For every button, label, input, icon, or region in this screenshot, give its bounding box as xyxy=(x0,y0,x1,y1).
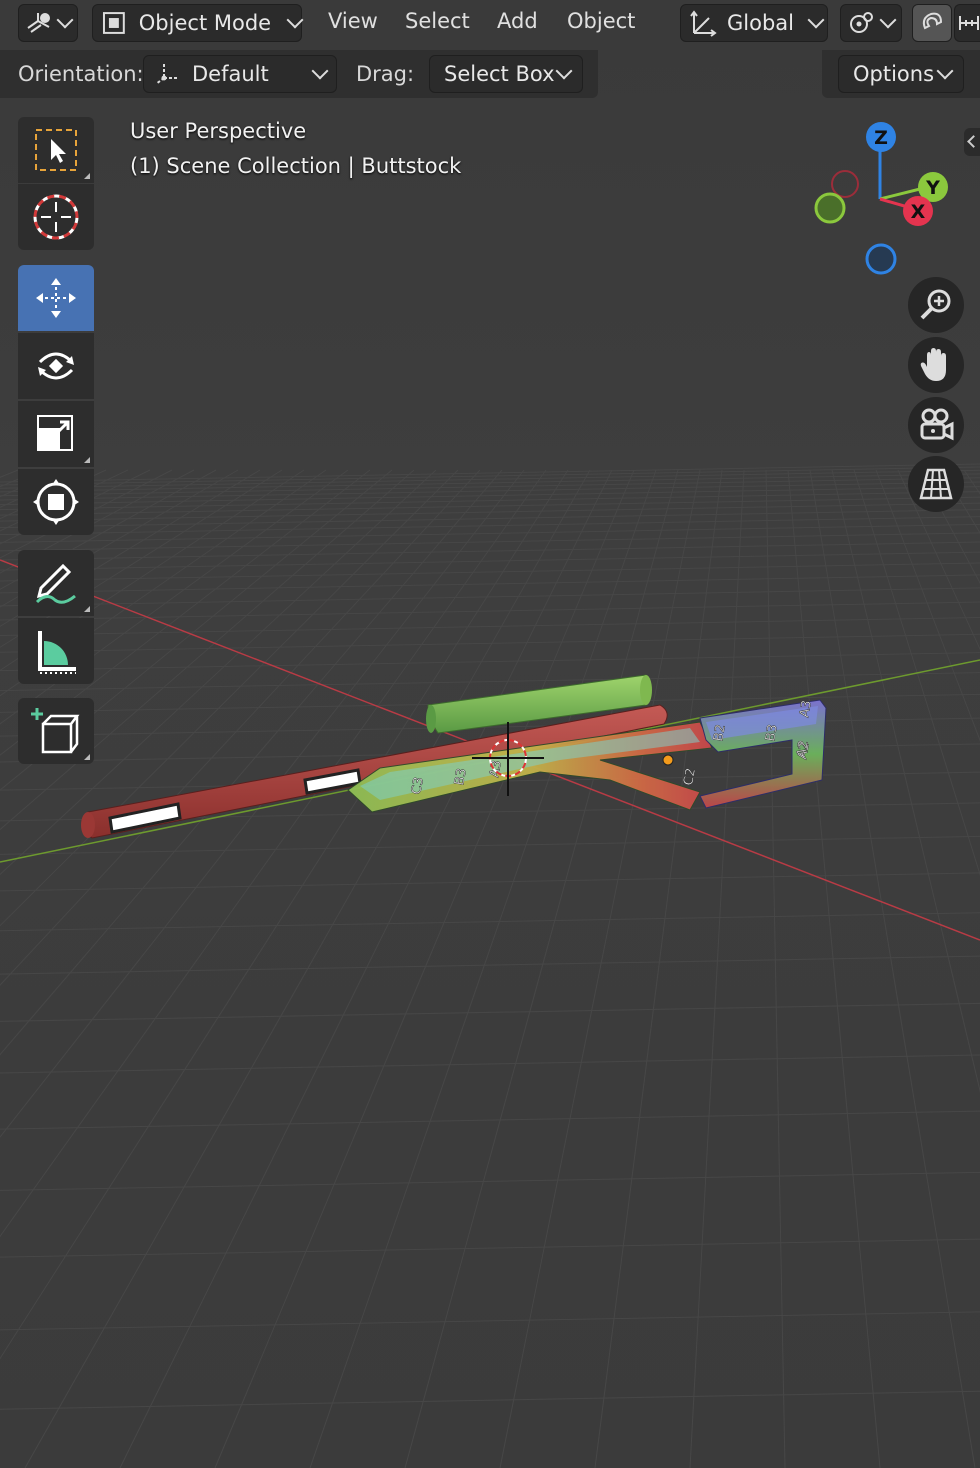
zoom-button[interactable] xyxy=(908,277,964,333)
menu-select[interactable]: Select xyxy=(405,9,470,33)
mode-label: Object Mode xyxy=(138,11,272,35)
uv-grid-label: B2 xyxy=(711,723,729,743)
orientation-axes-icon xyxy=(690,10,717,37)
object-origin[interactable] xyxy=(662,754,674,766)
magnet-icon xyxy=(922,12,943,30)
mode-selector[interactable]: Object Mode xyxy=(92,4,304,42)
move-tool[interactable] xyxy=(18,265,94,331)
uv-grid-label: B3 xyxy=(452,767,470,787)
svg-text:Z: Z xyxy=(874,127,888,149)
chevron-down-icon xyxy=(56,11,74,29)
gizmo-z-axis[interactable]: Z xyxy=(866,122,896,152)
pivot-point-icon xyxy=(850,12,873,33)
snap-increment-icon xyxy=(959,16,979,30)
uv-grid-label: A2 xyxy=(794,739,812,759)
svg-text:Y: Y xyxy=(925,177,940,199)
chevron-left-icon xyxy=(967,135,980,148)
drag-dropdown[interactable]: Select Box xyxy=(429,55,583,93)
zoom-icon xyxy=(920,289,951,320)
transform-tool[interactable] xyxy=(18,469,94,535)
pivot-point-selector[interactable] xyxy=(840,4,902,42)
orientation-label: Orientation: xyxy=(18,62,144,86)
3d-viewport[interactable]: C3 B3 A3 B2 A2 B3 A3 C2 A2 Z Y X xyxy=(0,0,980,1468)
rotate-icon xyxy=(38,352,74,380)
scale-icon xyxy=(37,415,73,451)
tool-settings-bar: Orientation: Default Drag: Select Box Op… xyxy=(0,50,980,98)
measure-tool[interactable] xyxy=(18,618,94,684)
scale-tool[interactable] xyxy=(18,401,94,467)
menu-object[interactable]: Object xyxy=(567,9,635,33)
annotate-tool[interactable] xyxy=(18,550,94,616)
chevron-down-icon xyxy=(311,62,329,80)
viewport-collection-label: (1) Scene Collection | Buttstock xyxy=(130,154,462,178)
viewport-perspective-label: User Perspective xyxy=(130,119,307,143)
sidebar-toggle[interactable] xyxy=(964,128,980,156)
options-dropdown[interactable]: Options xyxy=(838,55,964,93)
annotate-icon xyxy=(35,563,76,604)
menu-view[interactable]: View xyxy=(328,9,378,33)
orientation-label: Global xyxy=(727,11,794,35)
object-mode-icon xyxy=(102,12,125,34)
add-cube-icon xyxy=(31,708,80,754)
pan-hand-icon xyxy=(920,348,946,381)
orientation-dropdown[interactable]: Default xyxy=(143,55,337,93)
chevron-down-icon xyxy=(936,62,954,80)
tool-menu-indicator xyxy=(84,173,90,179)
orientation-gizmo-icon xyxy=(155,64,178,85)
chevron-down-icon xyxy=(286,11,304,29)
rotate-tool[interactable] xyxy=(18,333,94,399)
chevron-down-icon xyxy=(879,11,897,29)
camera-icon xyxy=(920,408,954,441)
drag-label: Drag: xyxy=(356,62,415,86)
3d-viewport-icon xyxy=(27,13,50,33)
options-label: Options xyxy=(853,62,935,86)
select-box-tool[interactable] xyxy=(18,117,94,183)
uv-grid-label: B3 xyxy=(763,723,781,743)
editor-type-selector[interactable] xyxy=(18,4,78,42)
uv-grid-label: A3 xyxy=(797,699,815,719)
transform-icon xyxy=(33,479,79,525)
snap-target-selector[interactable] xyxy=(954,4,980,42)
move-icon xyxy=(36,278,76,318)
orientation-value: Default xyxy=(192,62,269,86)
gizmo-x-axis[interactable]: X xyxy=(903,196,933,226)
transform-orientation-selector[interactable]: Global xyxy=(680,4,828,42)
tool-menu-indicator xyxy=(84,457,90,463)
add-cube-tool[interactable] xyxy=(18,698,94,764)
chevron-down-icon xyxy=(555,62,573,80)
viewport-header: Object Mode View Select Add Object Globa… xyxy=(0,0,980,48)
cursor-tool[interactable] xyxy=(18,184,94,250)
select-box-icon xyxy=(35,129,77,171)
pan-button[interactable] xyxy=(908,337,964,393)
menu-add[interactable]: Add xyxy=(497,9,538,33)
measure-icon xyxy=(38,631,76,674)
svg-text:X: X xyxy=(911,201,926,223)
cursor-icon xyxy=(33,194,79,240)
uv-grid-label: C3 xyxy=(409,776,427,796)
chevron-down-icon xyxy=(807,11,825,29)
camera-view-button[interactable] xyxy=(908,397,964,453)
tool-menu-indicator xyxy=(84,754,90,760)
drag-value: Select Box xyxy=(444,62,555,86)
snap-toggle[interactable] xyxy=(912,4,952,42)
perspective-toggle-button[interactable] xyxy=(908,456,964,512)
uv-grid-label: C2 xyxy=(681,767,699,787)
grid-perspective-icon xyxy=(919,468,953,500)
tool-menu-indicator xyxy=(84,606,90,612)
